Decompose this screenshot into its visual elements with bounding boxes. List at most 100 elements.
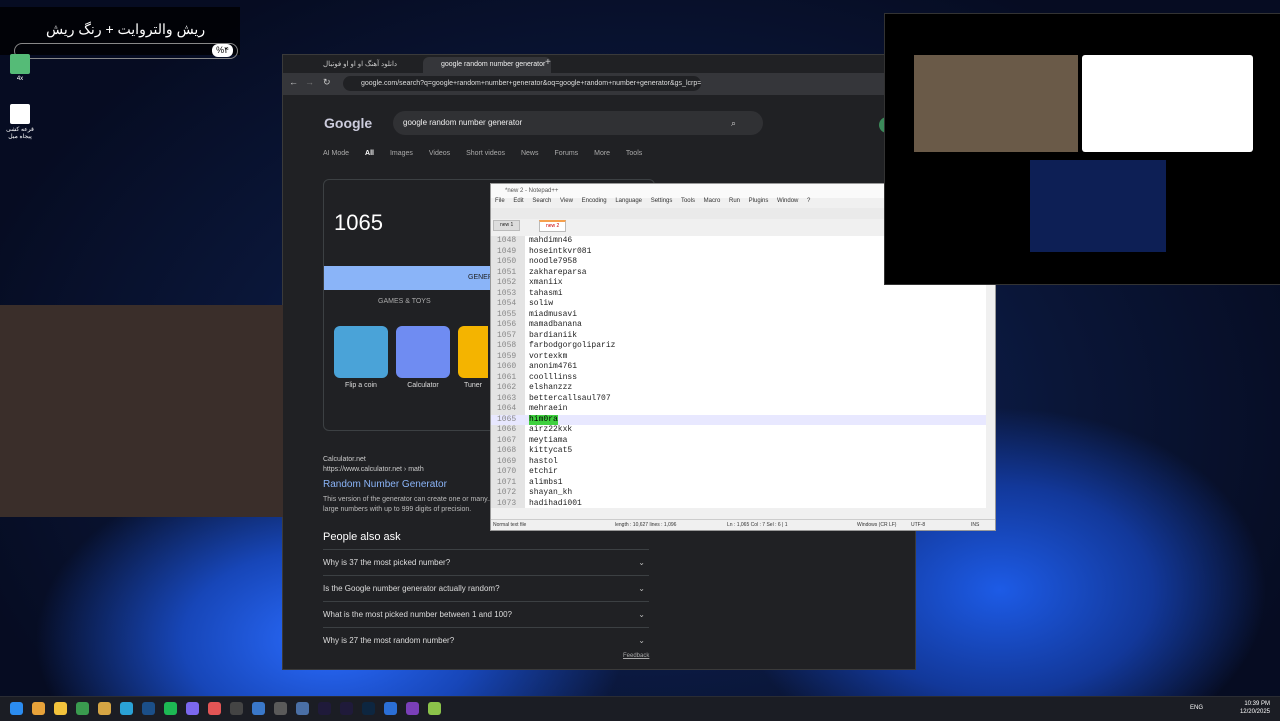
google-logo[interactable]: Google: [324, 115, 372, 131]
tab-all[interactable]: All: [365, 150, 374, 157]
search-icon[interactable]: [32, 702, 45, 715]
editor-line: 1069 hastol: [497, 456, 558, 466]
people-also-ask-heading: People also ask: [323, 531, 401, 543]
app-icon[interactable]: [98, 702, 111, 715]
result-title-link[interactable]: Random Number Generator: [323, 479, 447, 490]
menu-language[interactable]: Language: [615, 198, 642, 204]
browser-tab-active[interactable]: google random number generator: [423, 57, 551, 73]
forward-icon[interactable]: →: [305, 77, 314, 87]
tuner-icon: [458, 326, 488, 378]
goal-title: ریش والتروایت + رنگ ریش: [46, 21, 206, 37]
folder-icon[interactable]: [54, 702, 67, 715]
menu-window[interactable]: Window: [777, 198, 798, 204]
desktop-icon[interactable]: 4x: [0, 54, 40, 82]
language-indicator[interactable]: ENG: [1190, 705, 1203, 711]
menu-help[interactable]: ?: [807, 198, 810, 204]
app-icon[interactable]: [252, 702, 265, 715]
result-source[interactable]: Calculator.net https://www.calculator.ne…: [323, 455, 424, 475]
paa-question[interactable]: Why is 27 the most random number? ⌄: [323, 627, 649, 654]
photoshop-icon[interactable]: [362, 702, 375, 715]
url-field[interactable]: google.com/search?q=google+random+number…: [343, 76, 701, 91]
status-length: length : 10,627 lines : 1,096: [615, 522, 677, 528]
desktop-icon-label: قرعه کشی پیجاه میل: [6, 127, 34, 140]
reload-icon[interactable]: ↻: [323, 77, 331, 88]
menu-run[interactable]: Run: [729, 198, 740, 204]
tab-videos[interactable]: Videos: [429, 150, 450, 157]
browser-tab[interactable]: دانلود آهنگ او او او فوتبال: [305, 57, 423, 73]
desktop-icon-label: 4x: [16, 76, 24, 82]
status-encoding: UTF-8: [911, 522, 926, 528]
app-icon[interactable]: [296, 702, 309, 715]
tab-more[interactable]: More: [594, 150, 610, 157]
chevron-down-icon: ⌄: [638, 584, 645, 593]
tab-short-videos[interactable]: Short videos: [466, 150, 505, 157]
editor-line-selected: 1065 him0ra: [491, 414, 986, 425]
paa-question[interactable]: Why is 37 the most picked number? ⌄: [323, 549, 649, 576]
search-icon[interactable]: ⌕: [731, 118, 736, 129]
tile-flip-coin[interactable]: Flip a coin: [334, 326, 388, 389]
start-icon[interactable]: [10, 702, 23, 715]
paa-question[interactable]: Is the Google number generator actually …: [323, 575, 649, 602]
spotify-icon[interactable]: [164, 702, 177, 715]
tile-tuner[interactable]: Tuner: [458, 326, 488, 389]
tab-tools[interactable]: Tools: [626, 150, 642, 157]
random-number-value: 1065: [334, 210, 383, 235]
tab-ai-mode[interactable]: AI Mode: [323, 150, 349, 157]
desktop-icon[interactable]: قرعه کشی پیجاه میل: [0, 104, 40, 140]
tab-images[interactable]: Images: [390, 150, 413, 157]
app-icon[interactable]: [208, 702, 221, 715]
status-bar: Normal text file length : 10,627 lines :…: [491, 519, 995, 530]
menu-file[interactable]: File: [495, 198, 505, 204]
menu-encoding[interactable]: Encoding: [582, 198, 607, 204]
chrome-icon[interactable]: [76, 702, 89, 715]
app-icon[interactable]: [384, 702, 397, 715]
tab-new-2[interactable]: new 2: [539, 220, 567, 232]
time: 10:39 PM: [1244, 701, 1270, 707]
telegram-icon[interactable]: [120, 702, 133, 715]
search-tabs: AI Mode All Images Videos Short videos N…: [323, 150, 656, 157]
menu-search[interactable]: Search: [532, 198, 551, 204]
tile-label: Flip a coin: [345, 382, 377, 389]
status-mode: INS: [971, 522, 980, 528]
editor-line: 1072 shayan_kh: [497, 488, 573, 497]
site-name: Calculator.net: [323, 456, 366, 463]
back-icon[interactable]: ←: [289, 77, 298, 87]
chevron-down-icon: ⌄: [638, 636, 645, 645]
app-icon[interactable]: [274, 702, 287, 715]
menu-edit[interactable]: Edit: [513, 198, 523, 204]
clock[interactable]: 10:39 PM 12/20/2025: [1240, 700, 1270, 716]
tab-forums[interactable]: Forums: [554, 150, 578, 157]
app-icon: [10, 54, 30, 74]
obs-icon[interactable]: [230, 702, 243, 715]
steam-icon[interactable]: [142, 702, 155, 715]
chevron-down-icon: ⌄: [638, 610, 645, 619]
editor-line: 1061 coolllinss: [497, 372, 578, 382]
editor-line: 1068 kittycat5: [497, 446, 573, 455]
date: 12/20/2025: [1239, 709, 1270, 715]
goal-progress-bar: %۴: [14, 43, 238, 59]
menu-settings[interactable]: Settings: [651, 198, 673, 204]
notepad-icon[interactable]: [428, 702, 441, 715]
app-icon[interactable]: [406, 702, 419, 715]
new-tab-icon[interactable]: +: [545, 57, 551, 68]
paa-question[interactable]: What is the most picked number between 1…: [323, 601, 649, 628]
menu-plugins[interactable]: Plugins: [749, 198, 769, 204]
menu-tools[interactable]: Tools: [681, 198, 695, 204]
editor-line: 1058 farbodgorgolipariz: [497, 341, 616, 350]
after-effects-icon[interactable]: [318, 702, 331, 715]
editor-line: 1070 etchir: [497, 467, 558, 476]
tile-calculator[interactable]: Calculator: [396, 326, 450, 389]
tab-new-1[interactable]: new 1: [493, 220, 521, 231]
editor-line: 1066 airz22kxk: [497, 425, 573, 434]
tab-news[interactable]: News: [521, 150, 539, 157]
mini-screen-preview: [1030, 160, 1166, 252]
games-toys-label[interactable]: GAMES & TOYS: [378, 298, 431, 305]
editor-line: 1057 bardianiik: [497, 330, 578, 340]
menu-view[interactable]: View: [560, 198, 573, 204]
file-icon: [10, 104, 30, 124]
search-input[interactable]: google random number generator: [393, 111, 763, 135]
menu-macro[interactable]: Macro: [704, 198, 721, 204]
premiere-icon[interactable]: [340, 702, 353, 715]
discord-icon[interactable]: [186, 702, 199, 715]
feedback-link[interactable]: Feedback: [623, 653, 649, 659]
